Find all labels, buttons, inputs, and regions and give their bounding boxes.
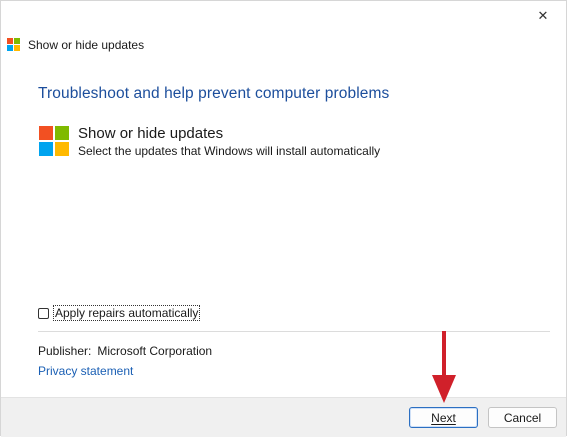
troubleshooter-window: ✕ Show or hide updates Troubleshoot and … — [0, 0, 567, 437]
task-description: Select the updates that Windows will ins… — [78, 144, 381, 158]
annotation-arrow-icon — [432, 331, 456, 403]
task-title: Show or hide updates — [78, 125, 224, 142]
apply-repairs-row[interactable]: Apply repairs automatically — [38, 305, 201, 321]
cancel-button-label: Cancel — [503, 410, 542, 425]
title-bar: Show or hide updates — [7, 37, 144, 53]
next-button[interactable]: Next — [409, 407, 478, 428]
windows-logo-icon — [7, 38, 21, 52]
divider — [38, 331, 550, 332]
privacy-statement-link[interactable]: Privacy statement — [38, 364, 133, 378]
publisher-label: Publisher: — [38, 344, 92, 358]
cancel-button[interactable]: Cancel — [488, 407, 557, 428]
close-button[interactable]: ✕ — [520, 1, 566, 31]
publisher-info: Publisher: Microsoft Corporation — [38, 344, 212, 358]
close-icon: ✕ — [537, 8, 549, 23]
windows-logo-icon — [39, 126, 70, 157]
page-heading: Troubleshoot and help prevent computer p… — [38, 85, 390, 102]
button-bar: Next Cancel — [1, 397, 566, 437]
publisher-value: Microsoft Corporation — [97, 344, 213, 358]
apply-repairs-label[interactable]: Apply repairs automatically — [53, 305, 201, 321]
task-item: Show or hide updates Select the updates … — [39, 125, 380, 159]
next-button-label: Next — [431, 410, 456, 425]
window-title: Show or hide updates — [28, 38, 145, 52]
apply-repairs-checkbox[interactable] — [38, 307, 49, 319]
